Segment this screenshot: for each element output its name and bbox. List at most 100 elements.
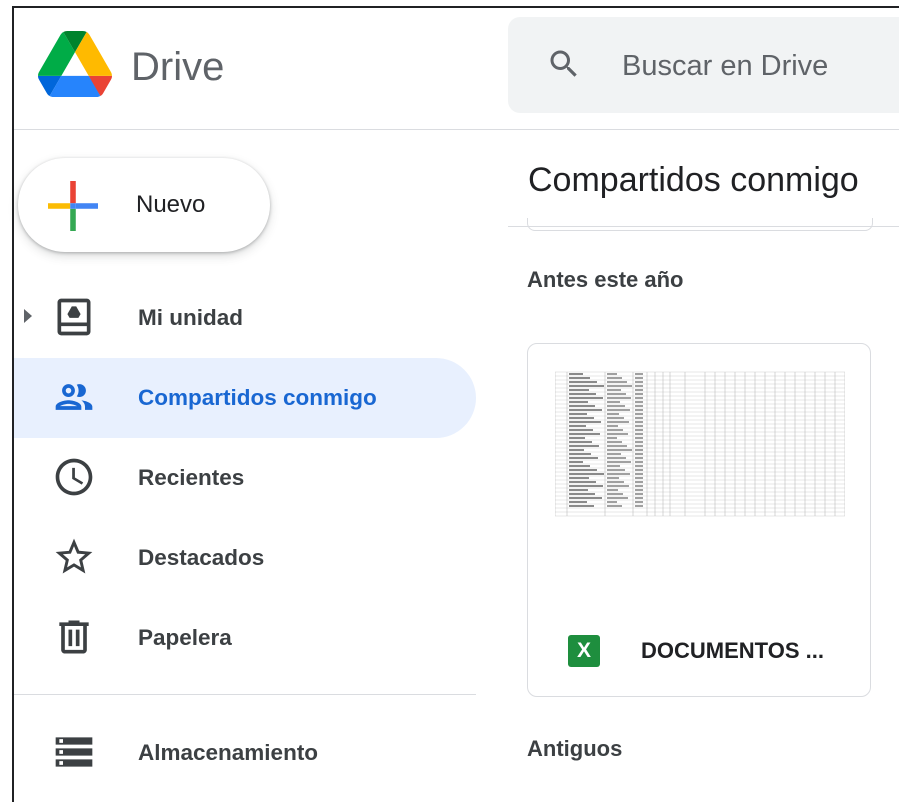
thumbnail-text-mark: [607, 425, 618, 427]
thumbnail-text-mark: [569, 417, 594, 419]
clock-icon: [55, 458, 93, 496]
thumbnail-text-mark: [607, 465, 620, 467]
thumbnail-text-mark: [635, 465, 643, 467]
sidebar-item-label: Almacenamiento: [138, 740, 319, 765]
thumbnail-text-mark: [635, 433, 643, 435]
sidebar-item-storage[interactable]: Almacenamiento: [14, 712, 476, 792]
thumbnail-text-mark: [569, 413, 587, 415]
thumbnail-text-mark: [607, 473, 630, 475]
page-title: Compartidos conmigo: [528, 161, 859, 199]
thumbnail-text-mark: [635, 377, 643, 379]
header-divider: [14, 129, 899, 130]
thumbnail-text-mark: [569, 481, 596, 483]
thumbnail-text-mark: [635, 449, 643, 451]
thumbnail-text-mark: [635, 505, 643, 507]
partial-card-edge: [527, 218, 873, 231]
sidebar-divider: [14, 694, 476, 695]
sidebar-item-shared-with-me[interactable]: Compartidos conmigo: [14, 358, 476, 438]
thumbnail-text-mark: [635, 473, 643, 475]
thumbnail-text-mark: [569, 409, 602, 411]
thumbnail-text-mark: [569, 393, 596, 395]
thumbnail-text-mark: [635, 373, 643, 375]
search-input[interactable]: [622, 44, 892, 88]
thumbnail-text-mark: [635, 393, 643, 395]
thumbnail-text-mark: [607, 469, 625, 471]
thumbnail-text-mark: [607, 457, 626, 459]
thumbnail-text-mark: [569, 453, 591, 455]
thumbnail-text-mark: [635, 461, 643, 463]
thumbnail-text-mark: [569, 437, 585, 439]
storage-icon: [55, 737, 93, 767]
thumbnail-text-mark: [569, 425, 586, 427]
shared-with-me-icon: [55, 384, 93, 410]
section-heading: Antes este año: [527, 267, 684, 292]
sidebar-item-starred[interactable]: Destacados: [14, 518, 476, 598]
thumbnail-text-mark: [635, 389, 643, 391]
drive-logo-icon[interactable]: [38, 30, 112, 98]
thumbnail-text-mark: [569, 489, 588, 491]
expand-caret-icon[interactable]: [24, 309, 32, 323]
thumbnail-text-mark: [607, 417, 624, 419]
thumbnail-text-mark: [607, 489, 618, 491]
thumbnail-text-mark: [569, 421, 601, 423]
thumbnail-text-mark: [607, 397, 631, 399]
plus-icon: [48, 181, 98, 231]
thumbnail-text-mark: [635, 413, 643, 415]
app-brand-name: Drive: [131, 45, 225, 89]
thumbnail-text-mark: [607, 481, 624, 483]
thumbnail-text-mark: [569, 373, 583, 375]
thumbnail-text-mark: [635, 417, 643, 419]
thumbnail-text-mark: [569, 501, 587, 503]
thumbnail-text-mark: [635, 429, 643, 431]
thumbnail-text-mark: [635, 425, 643, 427]
new-button-label: Nuevo: [136, 191, 206, 218]
trash-icon: [59, 620, 89, 654]
thumbnail-text-mark: [607, 385, 632, 387]
thumbnail-text-mark: [635, 401, 643, 403]
thumbnail-text-mark: [607, 449, 632, 451]
thumbnail-text-mark: [635, 469, 643, 471]
thumbnail-text-mark: [569, 485, 603, 487]
sidebar-item-my-drive[interactable]: Mi unidad: [14, 277, 476, 357]
thumbnail-text-mark: [607, 445, 627, 447]
sidebar-item-trash[interactable]: Papelera: [14, 598, 476, 678]
thumbnail-text-mark: [607, 409, 630, 411]
sidebar-item-label: Recientes: [138, 465, 245, 490]
thumbnail-text-mark: [607, 393, 626, 395]
thumbnail-text-mark: [607, 461, 631, 463]
thumbnail-text-mark: [607, 433, 628, 435]
search-icon[interactable]: [546, 46, 582, 82]
sidebar-item-label: Compartidos conmigo: [138, 385, 377, 410]
spreadsheet-thumbnail[interactable]: [555, 370, 845, 522]
thumbnail-text-mark: [569, 465, 590, 467]
excel-file-icon: X: [568, 635, 600, 667]
sidebar-item-label: Papelera: [138, 625, 232, 650]
thumbnail-text-mark: [635, 497, 643, 499]
sidebar-item-label: Destacados: [138, 545, 265, 570]
thumbnail-text-mark: [569, 497, 602, 499]
thumbnail-text-mark: [607, 477, 619, 479]
thumbnail-text-mark: [635, 453, 643, 455]
sidebar-item-label: Mi unidad: [138, 305, 243, 330]
thumbnail-text-mark: [607, 413, 619, 415]
section-heading: Antiguos: [527, 736, 623, 761]
my-drive-icon: [57, 298, 91, 336]
thumbnail-text-mark: [635, 397, 643, 399]
thumbnail-text-mark: [569, 433, 600, 435]
thumbnail-text-mark: [569, 385, 604, 387]
thumbnail-text-mark: [635, 501, 643, 503]
thumbnail-text-mark: [635, 441, 643, 443]
thumbnail-text-mark: [569, 377, 590, 379]
thumbnail-text-mark: [607, 373, 617, 375]
file-name: DOCUMENTOS ...: [641, 638, 824, 663]
thumbnail-text-mark: [607, 421, 629, 423]
thumbnail-text-mark: [635, 489, 643, 491]
thumbnail-text-mark: [607, 389, 621, 391]
thumbnail-text-mark: [607, 485, 629, 487]
thumbnail-text-mark: [607, 501, 617, 503]
thumbnail-text-mark: [635, 493, 643, 495]
thumbnail-text-mark: [569, 445, 599, 447]
thumbnail-text-mark: [635, 381, 643, 383]
thumbnail-text-mark: [569, 401, 588, 403]
sidebar-item-recent[interactable]: Recientes: [14, 438, 476, 518]
